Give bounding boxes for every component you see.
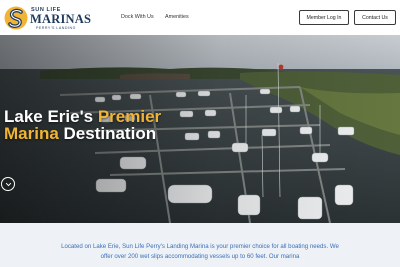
intro-section: Located on Lake Erie, Sun Life Perry's L…: [0, 223, 400, 267]
chevron-down-icon: [5, 182, 11, 186]
scroll-down-button[interactable]: [1, 177, 15, 191]
brand-logo[interactable]: SUN LIFE MARINAS PERRY'S LANDING: [4, 6, 91, 30]
site-header: SUN LIFE MARINAS PERRY'S LANDING Dock Wi…: [0, 0, 400, 35]
member-login-button[interactable]: Member Log In: [299, 10, 349, 25]
headline-line-1: Lake Erie's Premier: [4, 108, 161, 125]
headline-line-2: Marina Destination: [4, 125, 161, 142]
sun-s-logo-icon: [4, 6, 28, 30]
brand-sub-text: PERRY'S LANDING: [36, 26, 76, 30]
contact-button[interactable]: Contact Us: [354, 10, 396, 25]
nav-amenities[interactable]: Amenities: [165, 14, 189, 20]
nav-dock-with-us[interactable]: Dock With Us: [121, 14, 154, 20]
hero-headline: Lake Erie's Premier Marina Destination: [4, 108, 161, 142]
headline-text-2: Destination: [58, 124, 157, 143]
hero-section: Lake Erie's Premier Marina Destination: [0, 35, 400, 223]
brand-name: MARINAS: [30, 12, 92, 26]
headline-accent-marina: Marina: [4, 124, 59, 143]
intro-paragraph: Located on Lake Erie, Sun Life Perry's L…: [61, 243, 339, 260]
